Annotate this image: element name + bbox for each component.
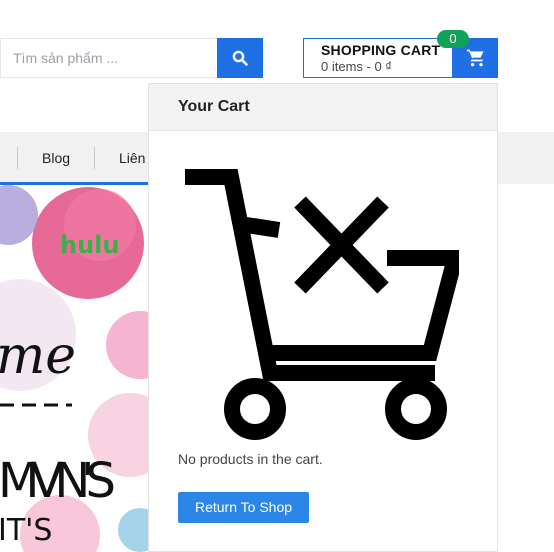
search-icon	[232, 50, 248, 66]
banner-text-line-3: IT'S	[0, 513, 52, 548]
nav-item-blog[interactable]: Blog	[42, 148, 70, 168]
empty-cart-icon	[185, 169, 459, 440]
nav-divider	[17, 147, 18, 169]
page: Tìm sản phẩm ... SHOPPING CART 0 items -…	[0, 0, 554, 552]
nav-item-contact[interactable]: Liên	[119, 148, 145, 168]
return-to-shop-button[interactable]: Return To Shop	[178, 492, 309, 523]
cart-total: 0 items - 0 ₫	[321, 59, 392, 74]
shopping-cart-icon	[466, 49, 483, 67]
hulu-logo: hulu	[60, 231, 119, 259]
nav-divider	[94, 147, 95, 169]
cart-count-badge: 0	[437, 30, 469, 48]
search-button[interactable]	[217, 38, 263, 78]
empty-cart-message: No products in the cart.	[178, 451, 323, 467]
cart-summary[interactable]: SHOPPING CART 0 items - 0 ₫	[303, 38, 453, 78]
cart-title: SHOPPING CART	[321, 42, 441, 58]
search-input[interactable]: Tìm sản phẩm ...	[0, 38, 218, 78]
banner-text-line-1: me	[0, 326, 76, 386]
cart-dropdown-title: Your Cart	[149, 84, 497, 131]
cart-dropdown: Your Cart No products in the cart. Retur…	[148, 83, 498, 552]
banner-text-line-2: MVN'S	[0, 453, 116, 509]
banner-artwork: hulu me MVN'S IT'S	[0, 185, 150, 552]
hero-banner[interactable]: hulu me MVN'S IT'S	[0, 185, 150, 552]
